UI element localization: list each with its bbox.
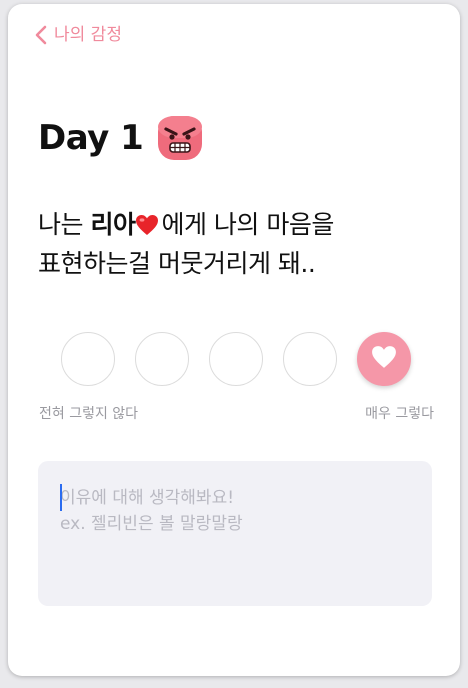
heart-icon <box>371 345 397 373</box>
prompt-before: 나는 <box>38 210 91 239</box>
day-title: Day 1 <box>38 118 144 158</box>
reason-placeholder: 이유에 대해 생각해봐요! ex. 젤리빈은 볼 말랑말랑 <box>60 488 243 534</box>
scale-label-high: 매우 그렇다 <box>365 406 434 422</box>
back-button[interactable]: 나의 감정 <box>34 24 122 46</box>
text-caret <box>60 484 62 511</box>
emotion-card: 나의 감정 Day 1 나는 리아 에게 나의 마음을 표현하는걸 머뭇거리게 돼… <box>8 4 460 676</box>
chevron-left-icon <box>34 25 48 45</box>
partner-name: 리아 <box>90 210 136 239</box>
angry-face-icon <box>157 115 203 161</box>
day-header: Day 1 <box>38 110 203 166</box>
scale-option-2[interactable] <box>135 332 189 386</box>
red-heart-icon <box>135 210 159 246</box>
scale-option-5[interactable] <box>357 332 411 386</box>
scale-option-4[interactable] <box>283 332 337 386</box>
scale-option-3[interactable] <box>209 332 263 386</box>
prompt-text: 나는 리아 에게 나의 마음을 표현하는걸 머뭇거리게 돼.. <box>38 207 438 282</box>
prompt-after: 에게 나의 마음을 <box>161 210 334 239</box>
scale-option-1[interactable] <box>61 332 115 386</box>
agreement-scale <box>61 332 411 386</box>
reason-input[interactable]: 이유에 대해 생각해봐요! ex. 젤리빈은 볼 말랑말랑 <box>38 461 432 606</box>
prompt-line2: 표현하는걸 머뭇거리게 돼.. <box>38 249 316 278</box>
scale-label-low: 전혀 그렇지 않다 <box>39 406 139 422</box>
back-label: 나의 감정 <box>54 25 122 45</box>
